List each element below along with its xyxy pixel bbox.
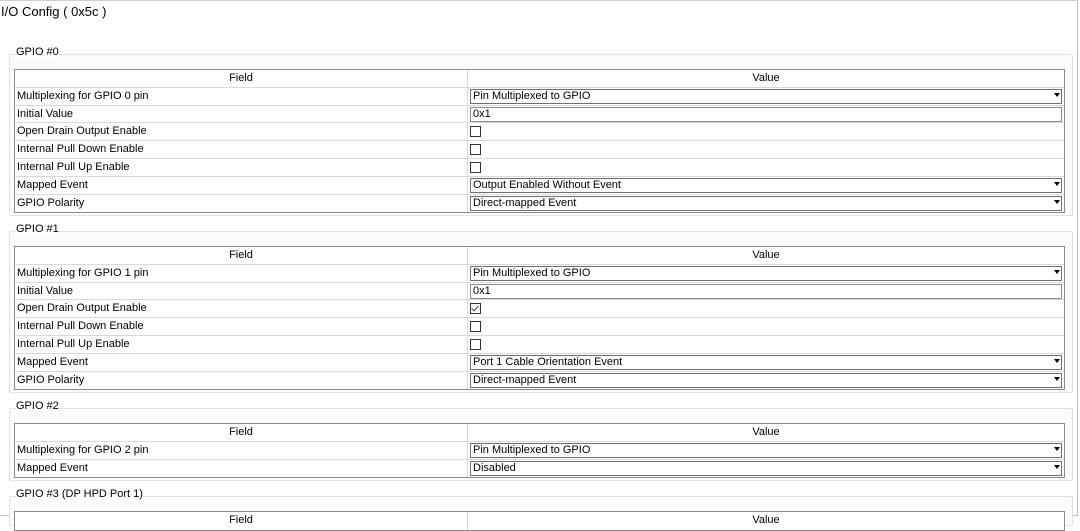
- value-column-header: Value: [752, 514, 780, 526]
- table-row: Multiplexing for GPIO 1 pin Pin Multiple…: [15, 264, 1064, 283]
- select-value: Pin Multiplexed to GPIO: [473, 89, 591, 102]
- select-value: Output Enabled Without Event: [473, 178, 621, 191]
- field-label: Internal Pull Down Enable: [15, 318, 468, 335]
- chevron-down-icon[interactable]: [1054, 181, 1060, 186]
- field-label: Mapped Event: [15, 353, 468, 371]
- table-header: Field Value: [15, 70, 1064, 88]
- gpio-polarity-select[interactable]: Direct-mapped Event: [470, 195, 1062, 211]
- gpio-1-title: GPIO #1: [16, 223, 59, 235]
- field-label: Initial Value: [15, 282, 468, 300]
- gpio-0-group: GPIO #0 Field Value Multiplexing for GPI…: [9, 46, 1073, 216]
- chevron-down-icon[interactable]: [1054, 92, 1060, 97]
- table-row: Open Drain Output Enable: [15, 123, 1064, 142]
- initial-value-input[interactable]: 0x1: [470, 106, 1062, 122]
- gpio-3-group: GPIO #3 (DP HPD Port 1) Field Value: [9, 488, 1073, 531]
- chevron-down-icon[interactable]: [1054, 376, 1060, 381]
- field-label: Open Drain Output Enable: [15, 300, 468, 318]
- table-row: Initial Value 0x1: [15, 282, 1064, 301]
- gpio-2-group: GPIO #2 Field Value Multiplexing for GPI…: [9, 400, 1073, 481]
- field-label: Multiplexing for GPIO 1 pin: [15, 264, 468, 282]
- field-label: Internal Pull Up Enable: [15, 335, 468, 353]
- select-value: Direct-mapped Event: [473, 196, 577, 209]
- table-row: GPIO Polarity Direct-mapped Event: [15, 371, 1064, 390]
- field-column-header: Field: [15, 70, 468, 87]
- field-label: Mapped Event: [15, 176, 468, 194]
- field-column-header: Field: [15, 424, 468, 441]
- value-column-header: Value: [752, 249, 780, 261]
- gpio-3-title: GPIO #3 (DP HPD Port 1): [16, 488, 143, 500]
- gpio-1-group: GPIO #1 Field Value Multiplexing for GPI…: [9, 223, 1073, 393]
- multiplexing-select[interactable]: Pin Multiplexed to GPIO: [470, 88, 1062, 104]
- select-value: Direct-mapped Event: [473, 373, 577, 386]
- gpio-2-table: Field Value Multiplexing for GPIO 2 pin …: [14, 423, 1065, 479]
- field-label: Multiplexing for GPIO 2 pin: [15, 441, 468, 459]
- table-row: Internal Pull Down Enable: [15, 318, 1064, 336]
- pull-up-checkbox[interactable]: [470, 161, 481, 173]
- open-drain-checkbox[interactable]: [470, 303, 481, 315]
- field-label: GPIO Polarity: [15, 194, 468, 213]
- chevron-down-icon[interactable]: [1054, 358, 1060, 363]
- select-value: Disabled: [473, 461, 516, 474]
- value-column-header: Value: [752, 426, 780, 438]
- field-label: Initial Value: [15, 105, 468, 123]
- chevron-down-icon[interactable]: [1054, 269, 1060, 274]
- field-label: Internal Pull Up Enable: [15, 158, 468, 176]
- mapped-event-select[interactable]: Port 1 Cable Orientation Event: [470, 354, 1062, 370]
- field-column-header: Field: [15, 247, 468, 264]
- table-row: Open Drain Output Enable: [15, 300, 1064, 319]
- table-row: Internal Pull Down Enable: [15, 141, 1064, 159]
- mapped-event-select[interactable]: Output Enabled Without Event: [470, 177, 1062, 193]
- chevron-down-icon[interactable]: [1054, 464, 1060, 469]
- select-value: Pin Multiplexed to GPIO: [473, 443, 591, 456]
- initial-value-input[interactable]: 0x1: [470, 283, 1062, 299]
- table-row: Internal Pull Up Enable: [15, 335, 1064, 354]
- mapped-event-select[interactable]: Disabled: [470, 460, 1062, 476]
- chevron-down-icon[interactable]: [1054, 199, 1060, 204]
- field-label: Internal Pull Down Enable: [15, 141, 468, 158]
- table-header: Field Value: [15, 512, 1064, 530]
- table-header: Field Value: [15, 247, 1064, 265]
- chevron-down-icon[interactable]: [1054, 446, 1060, 451]
- select-value: Pin Multiplexed to GPIO: [473, 266, 591, 279]
- table-row: Initial Value 0x1: [15, 105, 1064, 124]
- gpio-polarity-select[interactable]: Direct-mapped Event: [470, 372, 1062, 388]
- table-row: Multiplexing for GPIO 0 pin Pin Multiple…: [15, 87, 1064, 106]
- pull-down-checkbox[interactable]: [470, 144, 481, 156]
- gpio-0-title: GPIO #0: [16, 46, 59, 58]
- field-label: GPIO Polarity: [15, 371, 468, 390]
- table-row: Mapped Event Port 1 Cable Orientation Ev…: [15, 353, 1064, 372]
- multiplexing-select[interactable]: Pin Multiplexed to GPIO: [470, 265, 1062, 281]
- pull-down-checkbox[interactable]: [470, 321, 481, 333]
- gpio-0-table: Field Value Multiplexing for GPIO 0 pin …: [14, 69, 1065, 214]
- select-value: Port 1 Cable Orientation Event: [473, 355, 623, 368]
- table-row: GPIO Polarity Direct-mapped Event: [15, 194, 1064, 213]
- table-row: Multiplexing for GPIO 2 pin Pin Multiple…: [15, 441, 1064, 460]
- table-row: Mapped Event Output Enabled Without Even…: [15, 176, 1064, 195]
- table-row: Internal Pull Up Enable: [15, 158, 1064, 177]
- value-column-header: Value: [752, 72, 780, 84]
- field-label: Open Drain Output Enable: [15, 123, 468, 141]
- multiplexing-select[interactable]: Pin Multiplexed to GPIO: [470, 442, 1062, 458]
- gpio-3-table: Field Value: [14, 511, 1065, 531]
- field-label: Multiplexing for GPIO 0 pin: [15, 87, 468, 105]
- page-title: I/O Config ( 0x5c ): [1, 4, 107, 19]
- table-row: Mapped Event Disabled: [15, 459, 1064, 478]
- pull-up-checkbox[interactable]: [470, 338, 481, 350]
- field-column-header: Field: [15, 512, 468, 530]
- open-drain-checkbox[interactable]: [470, 126, 481, 138]
- table-header: Field Value: [15, 424, 1064, 442]
- gpio-2-title: GPIO #2: [16, 400, 59, 412]
- gpio-1-table: Field Value Multiplexing for GPIO 1 pin …: [14, 246, 1065, 391]
- field-label: Mapped Event: [15, 459, 468, 478]
